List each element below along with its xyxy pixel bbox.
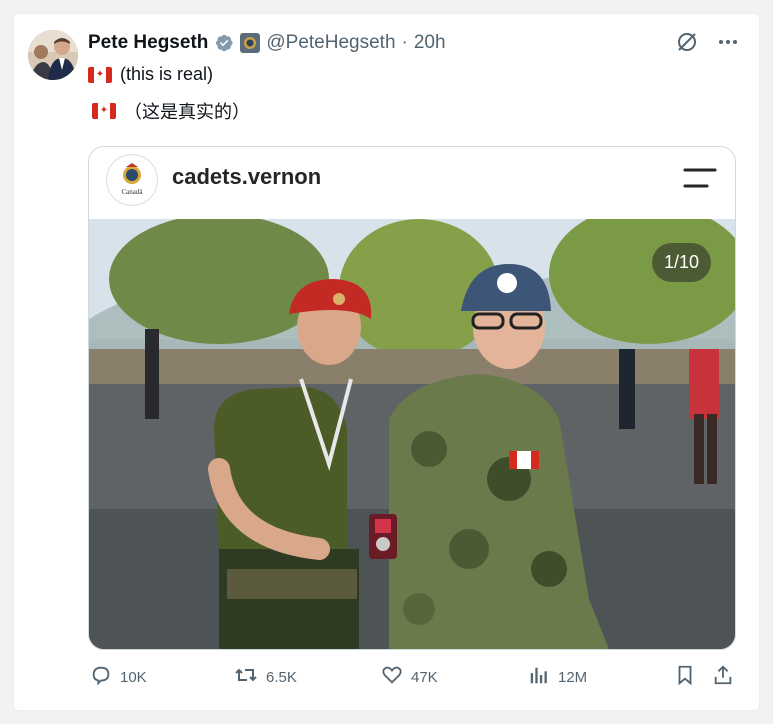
author-name[interactable]: Pete Hegseth [88, 32, 208, 54]
tweet-text-content: (this is real) [120, 64, 214, 84]
like-icon [381, 664, 403, 690]
reply-count: 10K [120, 668, 147, 686]
timestamp[interactable]: 20h [414, 32, 446, 54]
canada-flag-icon: ✦ [92, 103, 116, 119]
verified-badge-icon[interactable] [214, 33, 234, 53]
menu-icon[interactable] [683, 167, 717, 194]
canada-flag-icon: ✦ [88, 66, 112, 83]
author-handle[interactable]: @PeteHegseth [266, 32, 395, 54]
reply-button[interactable]: 10K [90, 664, 147, 690]
translation-text: （这是真实的） [124, 102, 250, 122]
author-avatar[interactable] [28, 30, 78, 80]
account-name[interactable]: cadets.vernon [172, 164, 321, 190]
embedded-post[interactable]: Canadä cadets.vernon 1/10 [88, 146, 736, 650]
views-count: 12M [558, 668, 588, 686]
repost-count: 6.5K [266, 668, 297, 686]
account-logo[interactable]: Canadä [106, 154, 158, 206]
tweet-translation: ✦ （这是真实的） [92, 98, 250, 124]
affiliate-badge-icon[interactable] [240, 33, 261, 53]
slide-counter: 1/10 [651, 243, 711, 282]
action-bar: 10K 6.5K 47K 12M [90, 664, 740, 692]
bookmark-icon [674, 664, 696, 690]
post-photo[interactable]: 1/10 [89, 219, 735, 649]
embed-header: Canadä cadets.vernon [89, 147, 735, 219]
grok-icon[interactable] [675, 30, 699, 59]
top-actions [675, 30, 739, 59]
share-icon [712, 664, 734, 690]
share-button[interactable] [712, 664, 734, 690]
repost-button[interactable]: 6.5K [234, 664, 297, 690]
views-icon [528, 664, 550, 690]
like-count: 47K [411, 668, 438, 686]
tweet-text: ✦ (this is real) [88, 64, 213, 85]
views-button[interactable]: 12M [528, 664, 587, 690]
logo-text: Canadä [122, 188, 144, 196]
more-icon[interactable] [717, 31, 739, 58]
reply-icon [90, 664, 112, 690]
like-button[interactable]: 47K [381, 664, 438, 690]
repost-icon [234, 664, 258, 690]
bookmark-button[interactable] [674, 664, 696, 690]
tweet-card: Pete Hegseth @PeteHegseth · 20h ✦ (this … [14, 14, 759, 710]
separator: · [401, 32, 408, 53]
tweet-header: Pete Hegseth @PeteHegseth · 20h [88, 32, 446, 54]
